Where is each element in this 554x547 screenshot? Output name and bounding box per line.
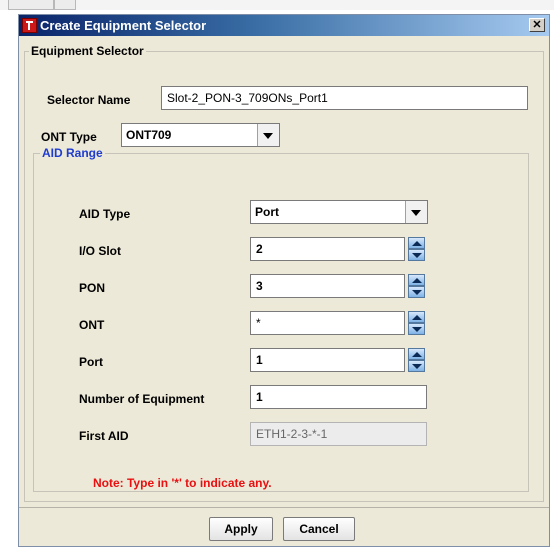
spinner-down-icon[interactable]	[408, 323, 425, 335]
ont-spinner[interactable]	[408, 311, 425, 335]
close-icon[interactable]: ✕	[529, 18, 545, 32]
spinner-up-icon[interactable]	[408, 274, 425, 286]
pon-input[interactable]: 3	[250, 274, 405, 298]
chevron-down-icon[interactable]	[405, 201, 427, 223]
ont-label: ONT	[79, 318, 105, 332]
apply-button[interactable]: Apply	[209, 517, 273, 541]
spinner-up-icon[interactable]	[408, 348, 425, 360]
spinner-down-icon[interactable]	[408, 286, 425, 298]
background-tab	[54, 0, 76, 10]
first-aid-field: ETH1-2-3-*-1	[250, 422, 427, 446]
spinner-up-icon[interactable]	[408, 237, 425, 249]
cancel-button[interactable]: Cancel	[283, 517, 355, 541]
selector-name-input[interactable]: Slot-2_PON-3_709ONs_Port1	[161, 86, 528, 110]
port-label: Port	[79, 355, 103, 369]
pon-label: PON	[79, 281, 106, 295]
note-text: Note: Type in '*' to indicate any.	[93, 476, 272, 490]
first-aid-label: First AID	[79, 429, 129, 443]
equipment-selector-legend: Equipment Selector	[29, 43, 146, 59]
selector-name-label: Selector Name	[47, 93, 131, 107]
port-input[interactable]: 1	[250, 348, 405, 372]
background-window-strip	[0, 0, 554, 10]
pon-spinner[interactable]	[408, 274, 425, 298]
create-equipment-selector-dialog: Create Equipment Selector ✕ Equipment Se…	[18, 14, 550, 547]
background-tab	[8, 0, 54, 10]
aid-type-label: AID Type	[79, 207, 131, 221]
chevron-down-icon[interactable]	[257, 124, 279, 146]
number-of-equipment-input[interactable]: 1	[250, 385, 427, 409]
ont-type-value: ONT709	[126, 128, 172, 142]
spinner-down-icon[interactable]	[408, 249, 425, 261]
number-of-equipment-label: Number of Equipment	[79, 392, 205, 406]
aid-type-dropdown[interactable]: Port	[250, 200, 428, 224]
spinner-down-icon[interactable]	[408, 360, 425, 372]
ont-input[interactable]: *	[250, 311, 405, 335]
io-slot-input[interactable]: 2	[250, 237, 405, 261]
ont-type-label: ONT Type	[41, 130, 97, 144]
spinner-up-icon[interactable]	[408, 311, 425, 323]
button-bar-divider	[19, 507, 549, 508]
aid-range-legend: AID Range	[40, 145, 105, 161]
dialog-title: Create Equipment Selector	[40, 18, 207, 33]
io-slot-label: I/O Slot	[79, 244, 121, 258]
ont-type-dropdown[interactable]: ONT709	[121, 123, 280, 147]
aid-type-value: Port	[255, 205, 279, 219]
port-spinner[interactable]	[408, 348, 425, 372]
io-slot-spinner[interactable]	[408, 237, 425, 261]
dialog-titlebar[interactable]: Create Equipment Selector ✕	[19, 15, 549, 36]
app-logo-icon	[22, 18, 37, 33]
